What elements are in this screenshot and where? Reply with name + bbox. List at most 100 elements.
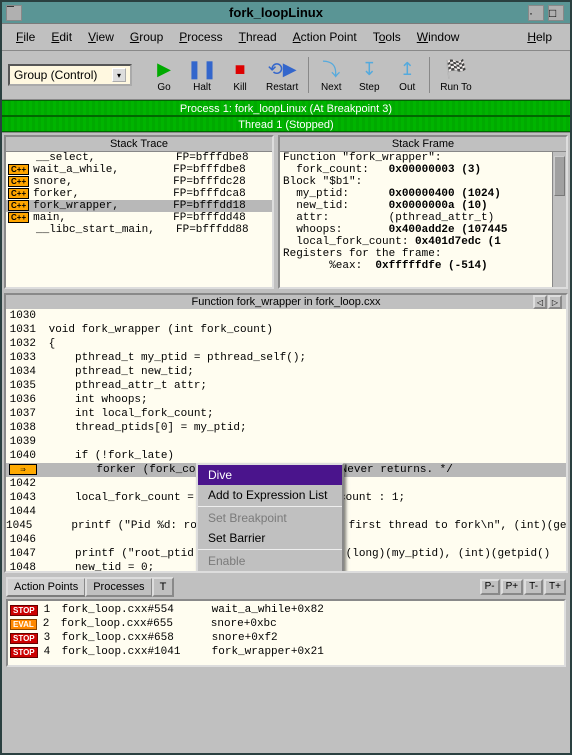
pause-icon: ❚❚ (190, 57, 214, 81)
source-line[interactable]: 1031 void fork_wrapper (int fork_count) (6, 323, 566, 337)
menu-view[interactable]: View (82, 28, 120, 46)
go-button[interactable]: ▶Go (146, 55, 182, 95)
stack-trace-pane: Stack Trace __select,FP=bfffdbe8C++wait_… (4, 135, 274, 289)
kill-button[interactable]: ■Kill (222, 55, 258, 95)
context-menu-item: Enable (198, 551, 342, 571)
stack-frame-header: Stack Frame (280, 137, 566, 152)
menubar: File Edit View Group Process Thread Acti… (2, 24, 570, 51)
stack-trace-row[interactable]: C++forker,FP=bfffdca8 (6, 188, 272, 200)
step-button[interactable]: ↧Step (351, 55, 387, 95)
step-over-icon: ⤵ (319, 57, 343, 81)
menu-tools[interactable]: Tools (367, 28, 407, 46)
source-line[interactable]: 1033 pthread_t my_ptid = pthread_self(); (6, 351, 566, 365)
source-line[interactable]: 1036 int whoops; (6, 393, 566, 407)
stack-trace-header: Stack Trace (6, 137, 272, 152)
run-to-button[interactable]: 🏁Run To (434, 55, 478, 95)
action-point-row[interactable]: STOP4fork_loop.cxx#1041fork_wrapper+0x21 (10, 645, 562, 659)
restart-button[interactable]: ⟲▶Restart (260, 55, 304, 95)
scrollbar[interactable] (552, 152, 566, 287)
stack-frame-line[interactable]: my_ptid: 0x00000400 (1024) (280, 188, 566, 200)
next-button[interactable]: ⤵Next (313, 55, 349, 95)
menu-group[interactable]: Group (124, 28, 169, 46)
source-line[interactable]: 1039 (6, 435, 566, 449)
stack-frame-line[interactable]: fork_count: 0x00000003 (3) (280, 164, 566, 176)
tab-action-points[interactable]: Action Points (6, 577, 86, 597)
process-status-bar: Process 1: fork_loopLinux (At Breakpoint… (2, 100, 570, 116)
restart-icon: ⟲▶ (270, 57, 294, 81)
step-into-icon: ↧ (357, 57, 381, 81)
stop-icon: ■ (228, 57, 252, 81)
stack-trace-row[interactable]: C++wait_a_while,FP=bfffdbe8 (6, 164, 272, 176)
source-line[interactable]: 1032 { (6, 337, 566, 351)
context-menu-item[interactable]: Add to Expression List (198, 485, 342, 505)
nav-back-button[interactable]: ◁ (533, 295, 547, 309)
action-point-badge: STOP (10, 605, 38, 616)
current-line-arrow: ⇒ (9, 464, 37, 475)
stack-trace-row[interactable]: C++fork_wrapper,FP=bfffdd18 (6, 200, 272, 212)
action-point-badge: STOP (10, 633, 38, 644)
lang-badge: C++ (8, 164, 29, 175)
action-point-row[interactable]: STOP1fork_loop.cxx#554wait_a_while+0x82 (10, 603, 562, 617)
stack-trace-row[interactable]: C++snore,FP=bfffdc28 (6, 176, 272, 188)
out-button[interactable]: ↥Out (389, 55, 425, 95)
source-line[interactable]: 1040 if (!fork_late) (6, 449, 566, 463)
thread-next-button[interactable]: T+ (544, 579, 566, 595)
stack-frame-pane: Stack Frame Function "fork_wrapper": for… (278, 135, 568, 289)
play-icon: ▶ (152, 57, 176, 81)
source-line[interactable]: 1038 thread_ptids[0] = my_ptid; (6, 421, 566, 435)
process-next-button[interactable]: P+ (501, 579, 524, 595)
stack-frame-line[interactable]: Registers for the frame: (280, 248, 566, 260)
menu-help[interactable]: Help (521, 28, 558, 46)
stack-frame-line[interactable]: Block "$b1": (280, 176, 566, 188)
action-point-row[interactable]: EVAL2fork_loop.cxx#655snore+0xbc (10, 617, 562, 631)
source-line[interactable]: 1034 pthread_t new_tid; (6, 365, 566, 379)
stack-trace-row[interactable]: C++main,FP=bfffdd48 (6, 212, 272, 224)
group-combo-value: Group (Control) (14, 68, 97, 82)
process-prev-button[interactable]: P- (480, 579, 500, 595)
lang-badge: C++ (8, 176, 29, 187)
stack-frame-line[interactable]: local_fork_count: 0x401d7edc (1 (280, 236, 566, 248)
context-menu-item[interactable]: Dive (198, 465, 342, 485)
context-menu-item[interactable]: Set Barrier (198, 528, 342, 548)
thread-prev-button[interactable]: T- (524, 579, 543, 595)
group-combo[interactable]: Group (Control) ▾ (8, 64, 132, 86)
lang-badge: C++ (8, 188, 29, 199)
stack-trace-row[interactable]: __select,FP=bfffdbe8 (6, 152, 272, 164)
nav-forward-button[interactable]: ▷ (548, 295, 562, 309)
source-line[interactable]: 1035 pthread_attr_t attr; (6, 379, 566, 393)
stack-frame-line[interactable]: Function "fork_wrapper": (280, 152, 566, 164)
stack-frame-line[interactable]: whoops: 0x400add2e (107445 (280, 224, 566, 236)
tab-processes[interactable]: Processes (85, 577, 152, 597)
source-line[interactable]: 1030 (6, 309, 566, 323)
action-point-badge: STOP (10, 647, 38, 658)
halt-button[interactable]: ❚❚Halt (184, 55, 220, 95)
lang-badge: C++ (8, 200, 29, 211)
action-point-row[interactable]: STOP3fork_loop.cxx#658snore+0xf2 (10, 631, 562, 645)
step-out-icon: ↥ (395, 57, 419, 81)
source-line[interactable]: 1037 int local_fork_count; (6, 407, 566, 421)
stack-frame-line[interactable]: attr: (pthread_attr_t) (280, 212, 566, 224)
toolbar: Group (Control) ▾ ▶Go ❚❚Halt ■Kill ⟲▶Res… (2, 51, 570, 100)
bottom-tab-bar: Action Points Processes T P- P+ T- T+ (2, 575, 570, 599)
stack-trace-row[interactable]: __libc_start_main,FP=bfffdd88 (6, 224, 272, 236)
context-menu: DiveAdd to Expression ListSet Breakpoint… (196, 463, 344, 571)
action-points-list: STOP1fork_loop.cxx#554wait_a_while+0x82E… (6, 599, 566, 667)
menu-file[interactable]: File (10, 28, 41, 46)
tab-threads[interactable]: T (152, 577, 175, 597)
window-menu-button[interactable] (6, 5, 22, 21)
stack-frame-line[interactable]: new_tid: 0x0000000a (10) (280, 200, 566, 212)
maximize-button[interactable]: □ (548, 5, 564, 21)
run-to-icon: 🏁 (444, 57, 468, 81)
menu-action-point[interactable]: Action Point (287, 28, 363, 46)
menu-process[interactable]: Process (173, 28, 228, 46)
minimize-button[interactable]: · (528, 5, 544, 21)
menu-window[interactable]: Window (411, 28, 466, 46)
chevron-down-icon[interactable]: ▾ (112, 68, 126, 82)
menu-thread[interactable]: Thread (233, 28, 283, 46)
action-point-badge: EVAL (10, 619, 37, 630)
titlebar: fork_loopLinux · □ (2, 2, 570, 24)
stack-frame-line[interactable]: %eax: 0xfffffdfe (-514) (280, 260, 566, 272)
menu-edit[interactable]: Edit (45, 28, 78, 46)
window-title: fork_loopLinux (24, 5, 528, 20)
lang-badge: C++ (8, 212, 29, 223)
